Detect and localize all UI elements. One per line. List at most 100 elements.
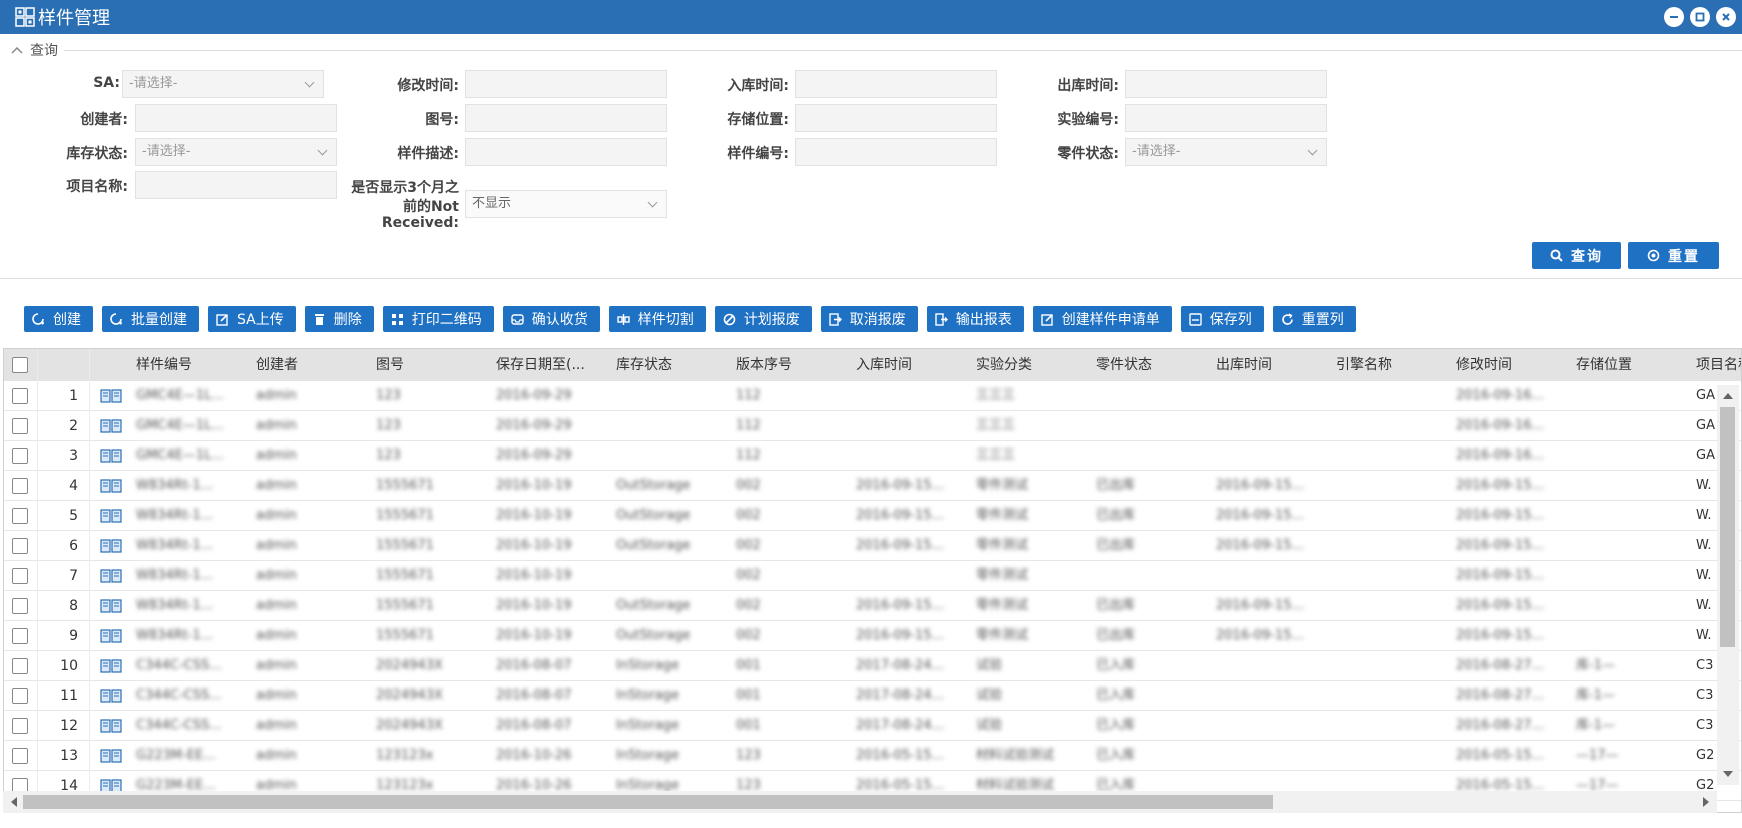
book-icon[interactable] [100, 629, 122, 643]
scroll-right-icon[interactable] [1703, 797, 1709, 807]
table-row[interactable]: 13 G223M-EE... admin 123123x 2016-10-26 InSto… [4, 741, 1741, 771]
book-icon[interactable] [100, 449, 122, 463]
row-checkbox[interactable] [12, 418, 28, 434]
horizontal-scrollbar[interactable] [3, 791, 1717, 813]
col-header-engine-name[interactable]: 引擎名称 [1336, 349, 1436, 381]
part-status-select[interactable]: -请选择- [1125, 138, 1327, 166]
sample-description-input[interactable] [465, 138, 667, 166]
row-checkbox[interactable] [12, 718, 28, 734]
show-not-received-select[interactable]: 不显示 [465, 190, 667, 218]
table-row[interactable]: 11 C344C-CSS... admin 2024943X 2016-08-07 InS… [4, 681, 1741, 711]
project-name-input[interactable] [135, 171, 337, 199]
col-header-part-status[interactable]: 零件状态 [1096, 349, 1196, 381]
col-header-version[interactable]: 版本序号 [736, 349, 836, 381]
row-checkbox[interactable] [12, 688, 28, 704]
horizontal-scroll-thumb[interactable] [23, 795, 1273, 809]
create-button[interactable]: 创建 [24, 306, 93, 332]
book-icon[interactable] [100, 749, 122, 763]
col-header-creator[interactable]: 创建者 [256, 349, 356, 381]
book-icon[interactable] [100, 419, 122, 433]
storage-location-input[interactable] [795, 104, 997, 132]
book-icon[interactable] [100, 569, 122, 583]
create-sample-request-button[interactable]: 创建样件申请单 [1032, 306, 1172, 332]
output-report-button[interactable]: 输出报表 [926, 306, 1024, 332]
stock-status-select[interactable]: -请选择- [135, 138, 337, 166]
row-checkbox[interactable] [12, 598, 28, 614]
row-checkbox[interactable] [12, 478, 28, 494]
row-checkbox[interactable] [12, 568, 28, 584]
row-checkbox[interactable] [12, 658, 28, 674]
table-row[interactable]: 12 C344C-CSS... admin 2024943X 2016-08-07 InS… [4, 711, 1741, 741]
col-header-project-name[interactable]: 项目名称 [1696, 349, 1741, 381]
book-icon[interactable] [100, 539, 122, 553]
col-header-storage-location[interactable]: 存储位置 [1576, 349, 1676, 381]
book-icon[interactable] [100, 689, 122, 703]
row-checkbox[interactable] [12, 388, 28, 404]
print-qrcode-button[interactable]: 打印二维码 [382, 306, 494, 332]
table-row[interactable]: 1 GMC4E—1L... admin 123 2016-09-29 112 三三三 2016… [4, 381, 1741, 411]
row-checkbox[interactable] [12, 508, 28, 524]
table-row[interactable]: 9 W834Rt-1... admin 1555671 2016-10-19 OutSto… [4, 621, 1741, 651]
col-header-sample-number[interactable]: 样件编号 [136, 349, 236, 381]
col-header-keep-until[interactable]: 保存日期至(... [496, 349, 596, 381]
plan-scrap-button[interactable]: 计划报废 [714, 306, 812, 332]
select-all-checkbox[interactable] [12, 357, 28, 373]
cell-outbound-time: 2016-09-15... [1216, 478, 1304, 493]
sa-select[interactable]: -请选择- [122, 70, 324, 98]
table-row[interactable]: 3 GMC4E—1L... admin 123 2016-09-29 112 三三三 2016… [4, 441, 1741, 471]
table-row[interactable]: 5 W834Rt-1... admin 1555671 2016-10-19 OutSto… [4, 501, 1741, 531]
table-row[interactable]: 10 C344C-CSS... admin 2024943X 2016-08-07 InS… [4, 651, 1741, 681]
experiment-number-input[interactable] [1125, 104, 1327, 132]
vertical-scrollbar[interactable] [1717, 385, 1739, 785]
inbound-time-input[interactable] [795, 70, 997, 98]
scroll-up-icon[interactable] [1723, 393, 1733, 399]
outbound-time-input[interactable] [1125, 70, 1327, 98]
col-header-experiment-type[interactable]: 实验分类 [976, 349, 1076, 381]
scroll-down-icon[interactable] [1723, 771, 1733, 777]
inbox-icon [511, 313, 524, 325]
delete-button[interactable]: 删除 [304, 306, 374, 332]
save-columns-button[interactable]: 保存列 [1180, 306, 1264, 332]
row-checkbox[interactable] [12, 448, 28, 464]
cell-drawing-number: 1555671 [376, 568, 434, 583]
col-header-stock-status[interactable]: 库存状态 [616, 349, 716, 381]
drawing-number-input[interactable] [465, 104, 667, 132]
row-checkbox[interactable] [12, 628, 28, 644]
close-button[interactable] [1716, 7, 1736, 27]
sa-upload-button[interactable]: SA上传 [208, 306, 296, 332]
book-icon[interactable] [100, 479, 122, 493]
vertical-scroll-thumb[interactable] [1720, 407, 1735, 647]
book-icon[interactable] [100, 719, 122, 733]
cell-keep-until: 2016-10-19 [496, 508, 572, 523]
minimize-button[interactable] [1664, 7, 1684, 27]
book-icon[interactable] [100, 389, 122, 403]
search-button[interactable]: 查询 [1532, 242, 1621, 269]
sample-cut-button[interactable]: 样件切割 [608, 306, 706, 332]
modified-time-input[interactable] [465, 70, 667, 98]
col-header-outbound-time[interactable]: 出库时间 [1216, 349, 1316, 381]
row-checkbox[interactable] [12, 748, 28, 764]
row-checkbox[interactable] [12, 538, 28, 554]
table-row[interactable]: 2 GMC4E—1L... admin 123 2016-09-29 112 三三三 2016… [4, 411, 1741, 441]
col-header-inbound-time[interactable]: 入库时间 [856, 349, 956, 381]
confirm-receipt-button[interactable]: 确认收货 [502, 306, 600, 332]
table-row[interactable]: 8 W834Rt-1... admin 1555671 2016-10-19 OutSto… [4, 591, 1741, 621]
scroll-left-icon[interactable] [11, 797, 17, 807]
book-icon[interactable] [100, 659, 122, 673]
query-section-header[interactable]: 查询 [10, 40, 1742, 60]
cancel-scrap-button[interactable]: 取消报废 [820, 306, 918, 332]
cell-version: 001 [736, 658, 761, 673]
col-header-drawing-number[interactable]: 图号 [376, 349, 476, 381]
table-row[interactable]: 6 W834Rt-1... admin 1555671 2016-10-19 OutSto… [4, 531, 1741, 561]
book-icon[interactable] [100, 599, 122, 613]
reset-columns-button[interactable]: 重置列 [1272, 306, 1356, 332]
book-icon[interactable] [100, 509, 122, 523]
reset-button[interactable]: 重置 [1628, 242, 1719, 269]
table-row[interactable]: 4 W834Rt-1... admin 1555671 2016-10-19 OutSto… [4, 471, 1741, 501]
creator-input[interactable] [135, 104, 337, 132]
maximize-button[interactable] [1690, 7, 1710, 27]
col-header-modified-time[interactable]: 修改时间 [1456, 349, 1556, 381]
table-row[interactable]: 7 W834Rt-1... admin 1555671 2016-10-19 002 零件测… [4, 561, 1741, 591]
batch-create-button[interactable]: 批量创建 [102, 306, 199, 332]
sample-number-input[interactable] [795, 138, 997, 166]
